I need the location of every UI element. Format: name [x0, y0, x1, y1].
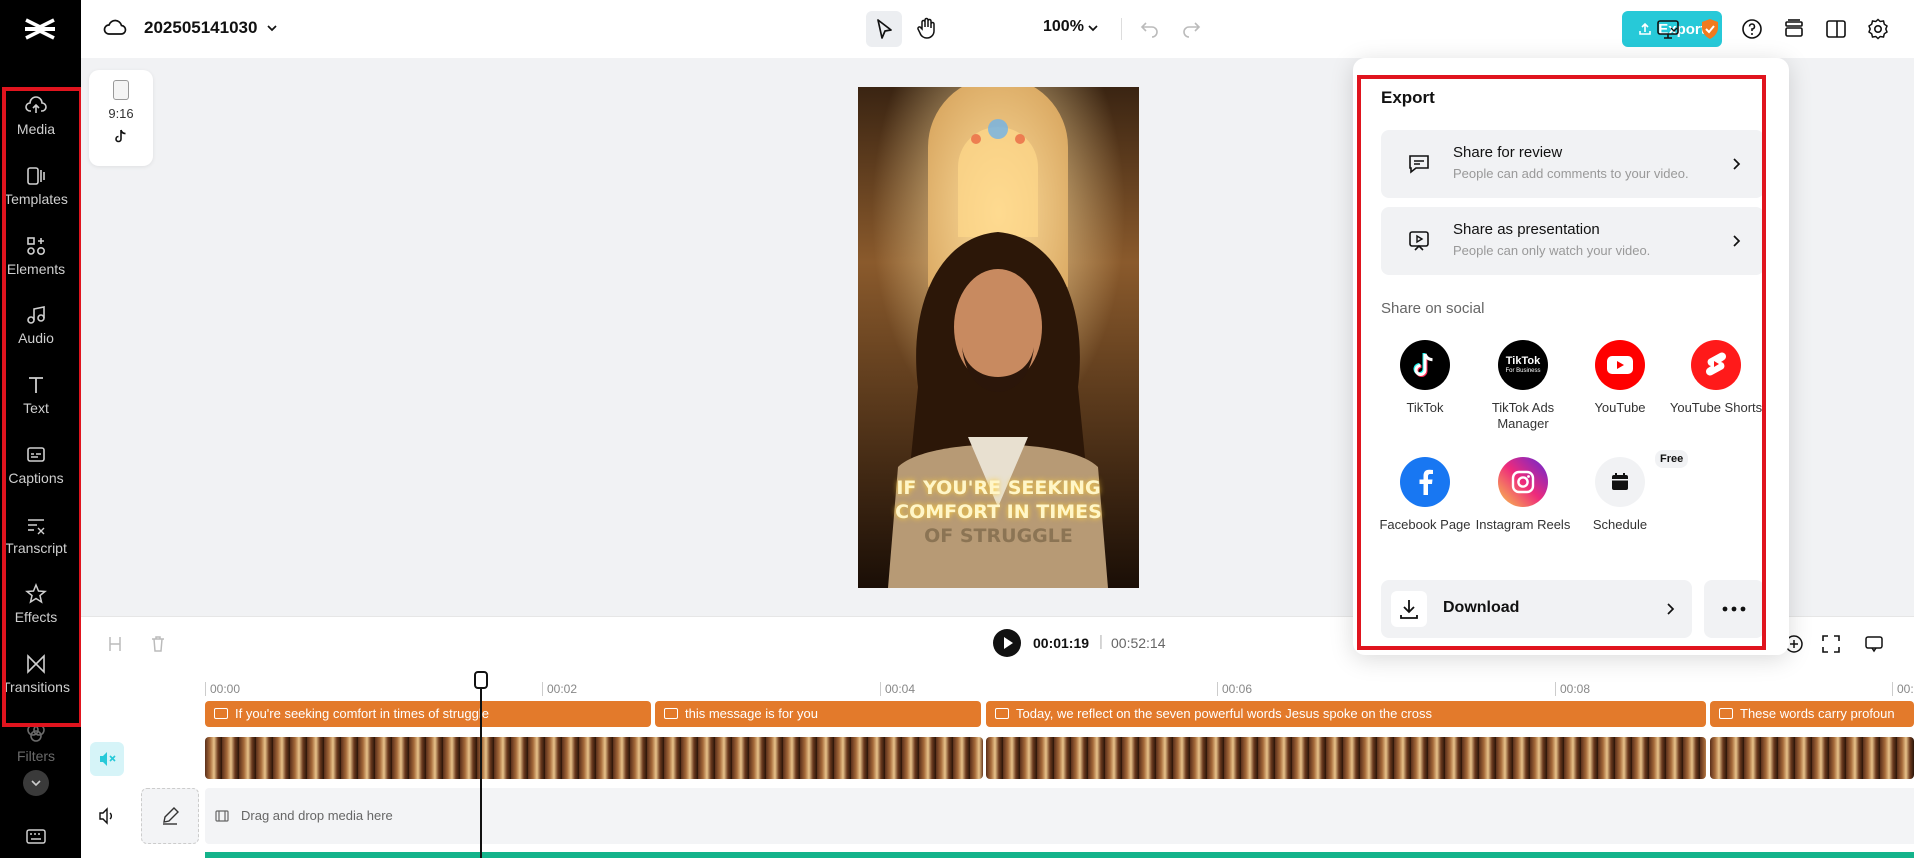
caption-line-2: COMFORT IN TIMES [895, 501, 1102, 523]
chevron-down-icon[interactable] [265, 21, 279, 35]
caption-clip-text: this message is for you [685, 706, 818, 721]
timeline: 00:00 00:02 00:04 00:06 00:08 00: If you… [81, 670, 1914, 858]
cursor-arrow-icon [877, 19, 892, 39]
caption-line-3: OF STRUGGLE [924, 525, 1073, 547]
shield-badge-icon[interactable] [1698, 17, 1722, 41]
divider [1121, 18, 1122, 40]
highlight-box-export [1357, 75, 1766, 650]
trash-icon[interactable] [149, 635, 167, 653]
settings-gear-icon[interactable] [1866, 17, 1890, 41]
caption-clip-icon [1719, 708, 1733, 719]
split-icon[interactable] [106, 635, 124, 653]
chevron-down-icon[interactable] [1086, 21, 1100, 35]
highlight-box-sidebar [2, 87, 83, 727]
portrait-frame-icon [113, 80, 129, 100]
video-clip[interactable] [986, 737, 1706, 779]
keyboard-icon[interactable] [26, 828, 46, 846]
select-tool-button[interactable] [866, 11, 902, 47]
tiktok-small-icon [115, 129, 126, 143]
upload-icon [1639, 22, 1652, 35]
video-preview[interactable]: IF YOU'RE SEEKING COMFORT IN TIMES OF ST… [858, 87, 1139, 588]
media-drop-zone[interactable]: Drag and drop media here [205, 788, 1914, 844]
current-time: 00:01:19 [1033, 635, 1090, 651]
top-bar: 202505141030 100% Export [81, 0, 1914, 58]
sidebar-item-label: Filters [16, 748, 56, 764]
present-screen-icon[interactable] [1656, 17, 1680, 41]
layers-stack-icon[interactable] [1782, 17, 1806, 41]
video-clip[interactable] [205, 737, 983, 779]
aspect-ratio-label: 9:16 [108, 106, 134, 121]
aspect-ratio-card[interactable]: 9:16 [89, 70, 153, 166]
fullscreen-icon[interactable] [1821, 634, 1841, 654]
capcut-logo [25, 18, 55, 40]
cover-edit-button[interactable] [141, 788, 199, 844]
caption-clip[interactable]: Today, we reflect on the seven powerful … [986, 701, 1706, 727]
caption-clip[interactable]: this message is for you [655, 701, 981, 727]
ruler-tick: 00:06 [1217, 682, 1252, 696]
project-title[interactable]: 202505141030 [144, 18, 257, 38]
split-panel-icon[interactable] [1824, 17, 1848, 41]
sidebar-expand-button[interactable] [23, 770, 49, 796]
caption-clip[interactable]: These words carry profoun [1710, 701, 1914, 727]
ruler-tick: 00:04 [880, 682, 915, 696]
hand-tool-icon[interactable] [914, 15, 940, 41]
chevron-down-icon [31, 780, 41, 787]
playhead-handle[interactable] [474, 671, 488, 689]
speaker-muted-icon [100, 752, 116, 766]
ruler-tick: 00:00 [205, 682, 240, 696]
undo-icon[interactable] [1138, 17, 1160, 39]
caption-clip-icon [995, 708, 1009, 719]
caption-line-1: IF YOU'RE SEEKING [896, 477, 1101, 499]
drop-zone-text: Drag and drop media here [241, 808, 393, 823]
caption-clip-text: Today, we reflect on the seven powerful … [1016, 706, 1432, 721]
ruler-tick: 00: [1892, 682, 1914, 696]
ruler-tick: 00:02 [542, 682, 577, 696]
play-icon [1004, 637, 1013, 649]
audio-track[interactable] [205, 852, 1914, 858]
video-clip[interactable] [1710, 737, 1914, 779]
total-duration: 00:52:14 [1111, 635, 1166, 651]
playhead-line[interactable] [480, 675, 482, 858]
caption-clip-icon [214, 708, 228, 719]
caption-clip[interactable]: If you're seeking comfort in times of st… [205, 701, 651, 727]
play-button[interactable] [993, 629, 1021, 657]
film-icon [215, 810, 229, 822]
cloud-sync-icon[interactable] [103, 17, 127, 39]
mute-track-button[interactable] [90, 742, 124, 776]
speaker-icon[interactable] [97, 807, 117, 825]
time-separator: | [1099, 633, 1103, 650]
comment-panel-icon[interactable] [1864, 634, 1884, 654]
pencil-icon [163, 807, 179, 825]
caption-clip-icon [664, 708, 678, 719]
zoom-level[interactable]: 100% [1043, 18, 1084, 36]
redo-icon[interactable] [1181, 17, 1203, 39]
help-icon[interactable] [1740, 17, 1764, 41]
caption-clip-text: These words carry profoun [1740, 706, 1895, 721]
ruler-tick: 00:08 [1555, 682, 1590, 696]
caption-clip-text: If you're seeking comfort in times of st… [235, 706, 489, 721]
